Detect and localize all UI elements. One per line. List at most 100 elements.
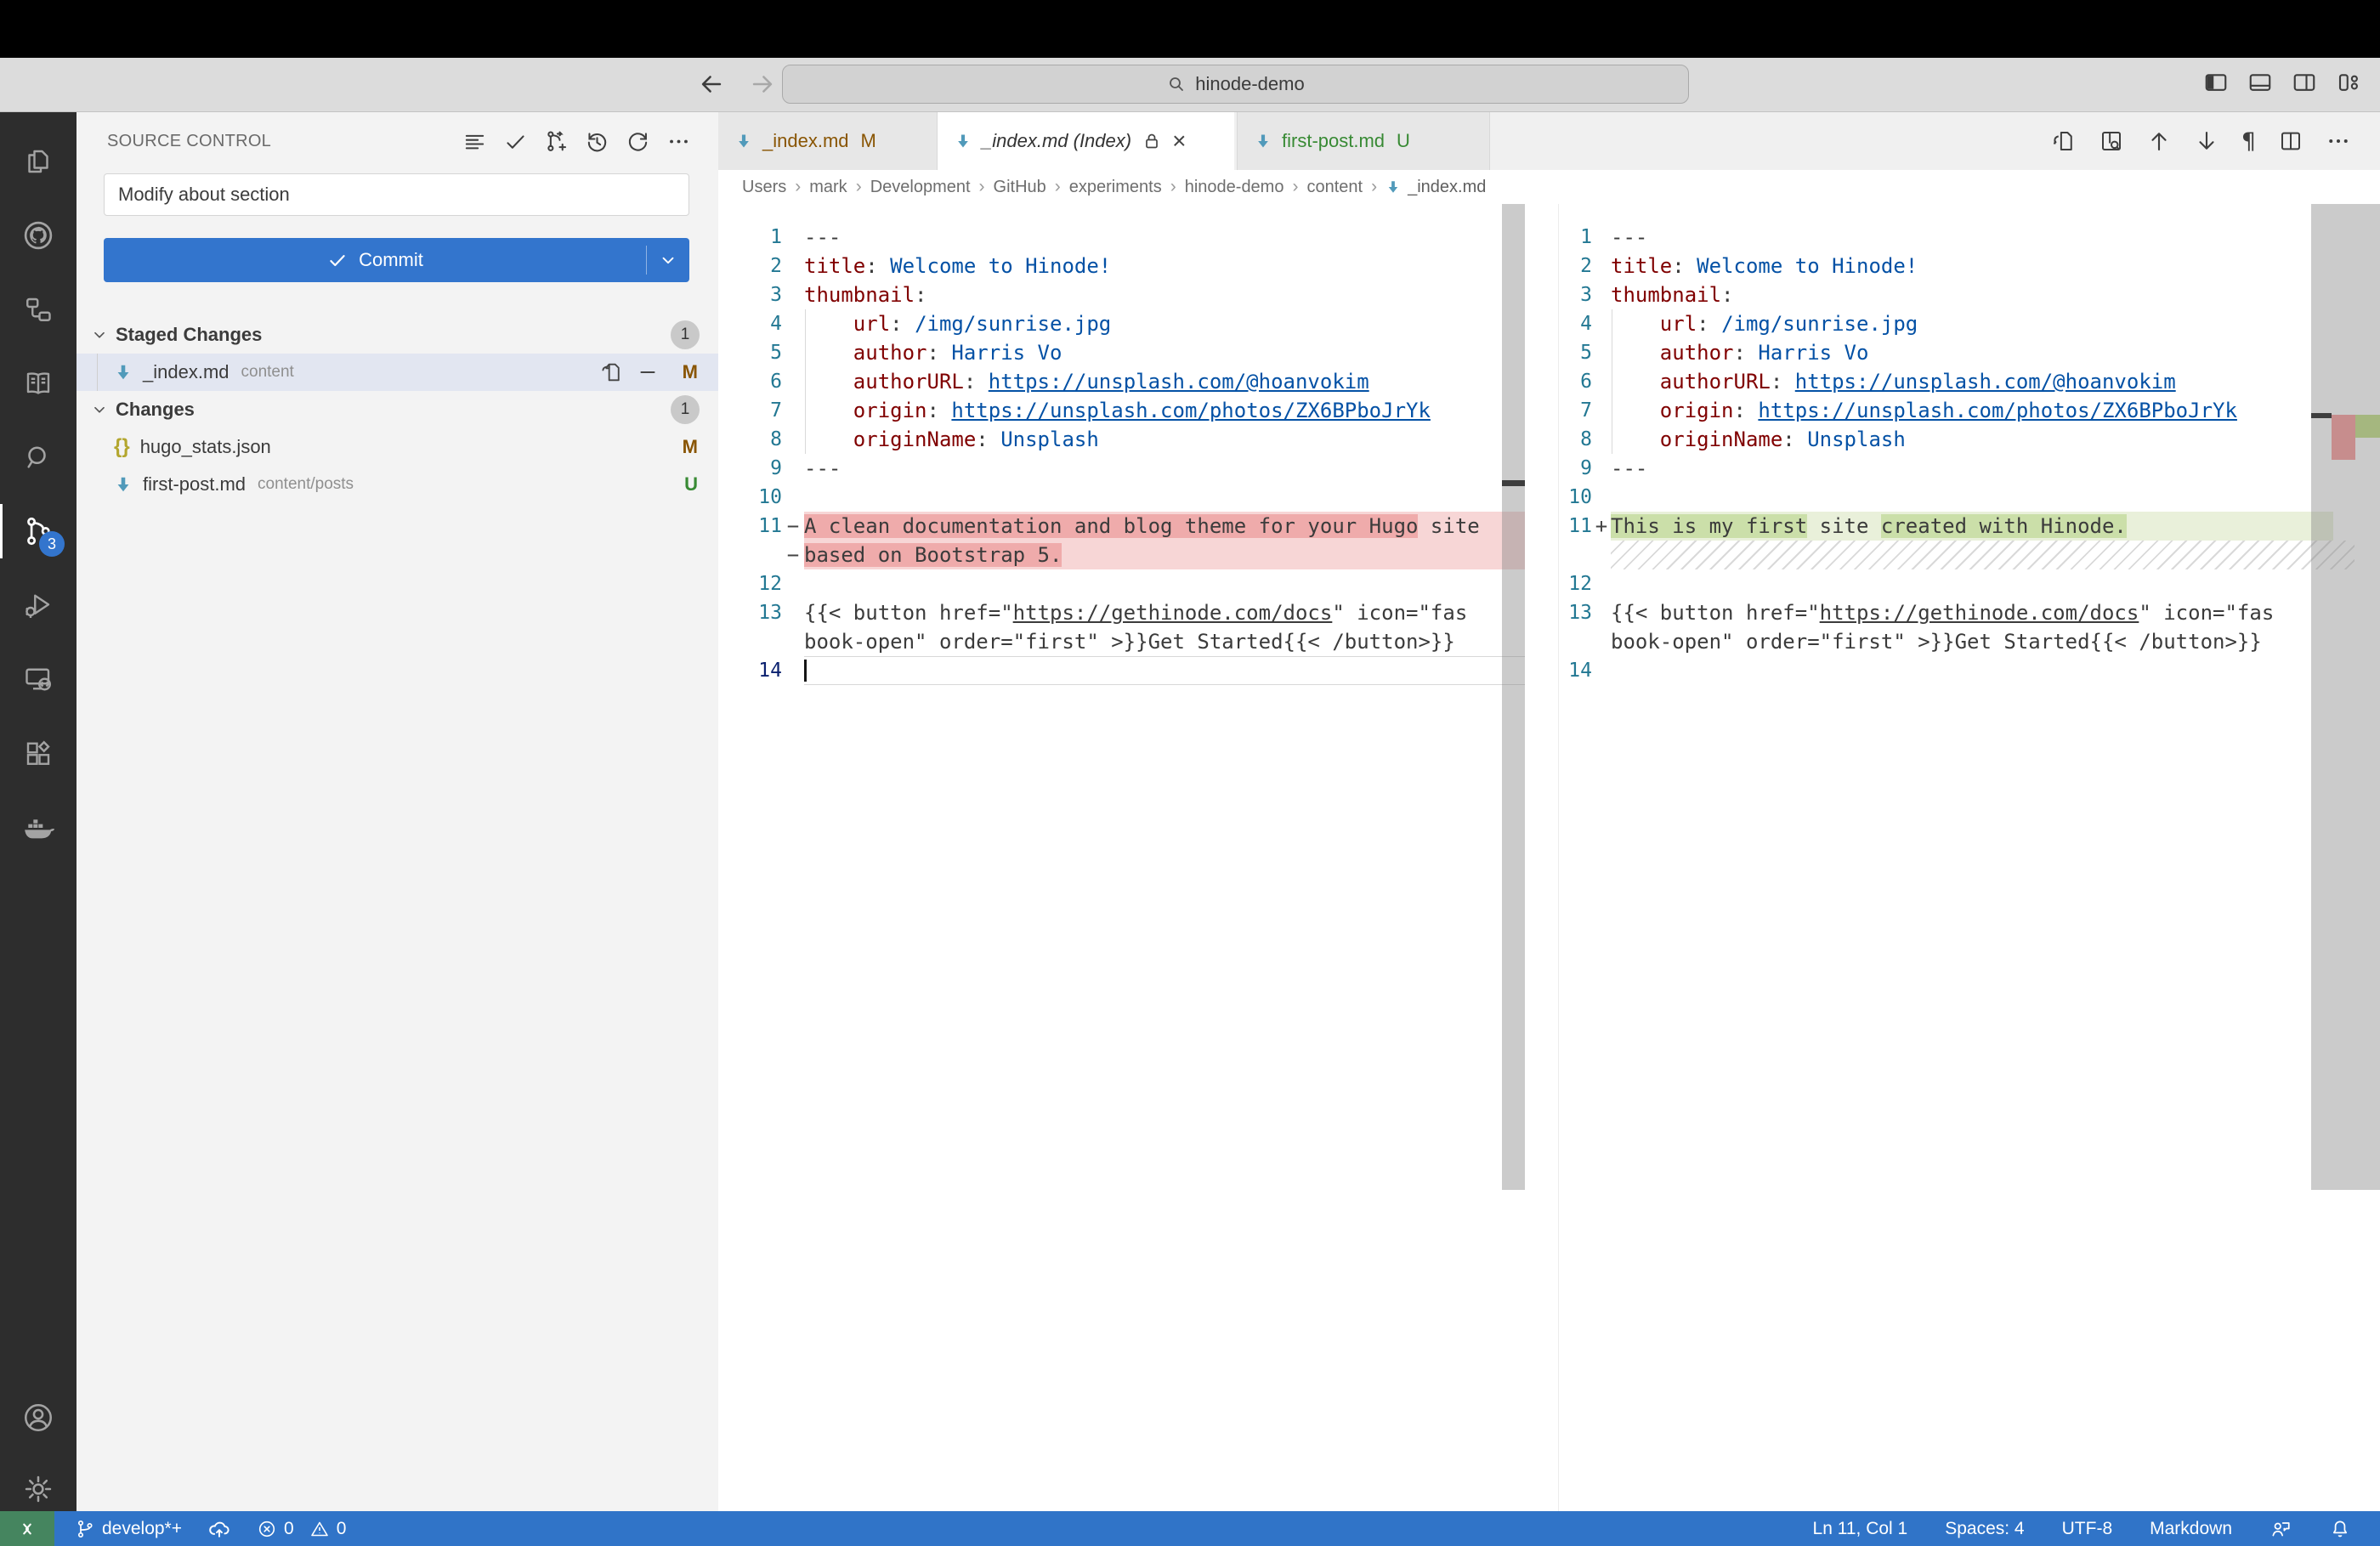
code-line[interactable]: 1--- xyxy=(1560,223,2380,252)
breadcrumb-item[interactable]: Users xyxy=(742,178,786,197)
code-line[interactable]: 3thumbnail: xyxy=(1560,280,2380,309)
breadcrumb-item[interactable]: experiments xyxy=(1069,178,1162,197)
line-number: 1 xyxy=(1560,223,1592,252)
code-line[interactable]: 5 author: Harris Vo xyxy=(718,338,1525,367)
docs-book-icon[interactable] xyxy=(0,348,76,419)
tab-first-post-md[interactable]: first-post.md U xyxy=(1237,112,1490,170)
search-view-icon[interactable] xyxy=(0,422,76,493)
open-file-icon[interactable] xyxy=(599,360,623,384)
tab-index-md-index-active[interactable]: _index.md (Index) × xyxy=(938,112,1234,170)
references-icon[interactable] xyxy=(0,274,76,345)
cursor-position-item[interactable]: Ln 11, Col 1 xyxy=(1813,1519,1908,1539)
code-line[interactable]: 4 url: /img/sunrise.jpg xyxy=(1560,309,2380,338)
feedback-icon[interactable] xyxy=(2270,1518,2292,1540)
left-scrollbar[interactable] xyxy=(1502,204,1525,1190)
breadcrumb-item[interactable]: hinode-demo xyxy=(1185,178,1284,197)
code-line[interactable]: 3thumbnail: xyxy=(718,280,1525,309)
code-line[interactable]: 2title: Welcome to Hinode! xyxy=(1560,252,2380,280)
close-icon[interactable]: × xyxy=(1172,129,1186,153)
code-line[interactable]: 13{{< button href="https://gethinode.com… xyxy=(1560,598,2380,627)
next-change-icon[interactable] xyxy=(2194,128,2219,154)
customize-layout-icon[interactable] xyxy=(2336,70,2361,95)
sync-changes-item[interactable] xyxy=(207,1517,231,1541)
code-line[interactable]: 11−A clean documentation and blog theme … xyxy=(718,512,1525,541)
code-line[interactable]: 10 xyxy=(1560,483,2380,512)
code-line[interactable]: 12 xyxy=(718,569,1525,598)
history-icon[interactable] xyxy=(585,129,609,154)
notifications-bell-icon[interactable] xyxy=(2329,1518,2351,1540)
breadcrumb-file[interactable]: _index.md xyxy=(1386,178,1486,197)
diff-sign xyxy=(1592,396,1611,425)
branch-status-item[interactable]: develop*+ xyxy=(75,1519,182,1539)
staged-changes-header[interactable]: Staged Changes 1 xyxy=(76,316,718,354)
code-line[interactable]: 6 authorURL: https://unsplash.com/@hoanv… xyxy=(718,367,1525,396)
code-line[interactable]: 14 xyxy=(1560,656,2380,685)
unstage-minus-icon[interactable] xyxy=(637,361,659,383)
code-line[interactable]: 13{{< button href="https://gethinode.com… xyxy=(718,598,1525,627)
commit-check-icon[interactable] xyxy=(503,129,528,154)
code-line[interactable]: 11+This is my first site created with Hi… xyxy=(1560,512,2380,541)
tab-index-md-working[interactable]: _index.md M xyxy=(718,112,938,170)
code-line[interactable]: book-open" order="first" >}}Get Started{… xyxy=(718,627,1525,656)
breadcrumb-item[interactable]: Development xyxy=(870,178,971,197)
code-line[interactable]: book-open" order="first" >}}Get Started{… xyxy=(1560,627,2380,656)
more-actions-icon[interactable] xyxy=(2326,128,2351,154)
extensions-icon[interactable] xyxy=(0,717,76,789)
code-line[interactable]: 1--- xyxy=(718,223,1525,252)
problems-item[interactable]: 0 0 xyxy=(257,1519,346,1539)
breadcrumb-item[interactable]: content xyxy=(1306,178,1363,197)
staged-file-row[interactable]: _index.md content M xyxy=(76,354,718,391)
encoding-item[interactable]: UTF-8 xyxy=(2062,1519,2113,1539)
github-icon[interactable] xyxy=(0,200,76,271)
diff-filler-row[interactable] xyxy=(1560,541,2380,569)
code-line[interactable]: 5 author: Harris Vo xyxy=(1560,338,2380,367)
commit-message-input[interactable] xyxy=(104,173,689,216)
remote-indicator[interactable] xyxy=(0,1511,54,1546)
code-line[interactable]: 8 originName: Unsplash xyxy=(718,425,1525,454)
toggle-primary-sidebar-icon[interactable] xyxy=(2203,70,2229,95)
changed-file-row[interactable]: {} hugo_stats.json M xyxy=(76,428,718,466)
language-mode-item[interactable]: Markdown xyxy=(2150,1519,2232,1539)
toggle-panel-icon[interactable] xyxy=(2247,70,2273,95)
open-preview-icon[interactable] xyxy=(2099,128,2124,154)
more-actions-icon[interactable] xyxy=(666,129,691,154)
back-icon[interactable] xyxy=(697,70,726,99)
code-line[interactable]: 8 originName: Unsplash xyxy=(1560,425,2380,454)
code-line[interactable]: 7 origin: https://unsplash.com/photos/ZX… xyxy=(1560,396,2380,425)
code-line[interactable]: 4 url: /img/sunrise.jpg xyxy=(718,309,1525,338)
breadcrumb-item[interactable]: mark xyxy=(809,178,847,197)
view-as-list-icon[interactable] xyxy=(462,129,487,154)
refresh-icon[interactable] xyxy=(626,129,650,154)
code-line[interactable]: 7 origin: https://unsplash.com/photos/ZX… xyxy=(718,396,1525,425)
indentation-item[interactable]: Spaces: 4 xyxy=(1945,1519,2024,1539)
right-scrollbar[interactable] xyxy=(2311,204,2380,1190)
code-line[interactable]: 12 xyxy=(1560,569,2380,598)
changed-file-row[interactable]: first-post.md content/posts U xyxy=(76,466,718,503)
code-line[interactable]: 9--- xyxy=(718,454,1525,483)
changes-header[interactable]: Changes 1 xyxy=(76,391,718,428)
code-line[interactable]: 9--- xyxy=(1560,454,2380,483)
code-line[interactable]: 6 authorURL: https://unsplash.com/@hoanv… xyxy=(1560,367,2380,396)
code-line[interactable]: −based on Bootstrap 5. xyxy=(718,541,1525,569)
run-debug-icon[interactable] xyxy=(0,569,76,641)
remote-explorer-icon[interactable] xyxy=(0,643,76,715)
open-changes-icon[interactable] xyxy=(2051,128,2077,154)
command-center-search[interactable]: hinode-demo xyxy=(782,65,1689,104)
diff-sash[interactable] xyxy=(1558,204,1559,1511)
create-branch-icon[interactable] xyxy=(544,129,569,154)
code-line[interactable]: 10 xyxy=(718,483,1525,512)
previous-change-icon[interactable] xyxy=(2146,128,2172,154)
source-control-icon[interactable]: 3 xyxy=(0,496,76,567)
toggle-secondary-sidebar-icon[interactable] xyxy=(2292,70,2317,95)
split-editor-icon[interactable] xyxy=(2278,128,2304,154)
render-whitespace-icon[interactable]: ¶ xyxy=(2241,128,2256,155)
forward-icon[interactable] xyxy=(748,70,777,99)
explorer-icon[interactable] xyxy=(0,126,76,197)
code-line[interactable]: 14 xyxy=(718,656,1525,685)
commit-button[interactable]: Commit xyxy=(104,238,689,282)
commit-dropdown-button[interactable] xyxy=(647,251,689,269)
docker-icon[interactable] xyxy=(0,791,76,863)
breadcrumb-item[interactable]: GitHub xyxy=(994,178,1046,197)
code-line[interactable]: 2title: Welcome to Hinode! xyxy=(718,252,1525,280)
accounts-icon[interactable] xyxy=(0,1382,76,1453)
